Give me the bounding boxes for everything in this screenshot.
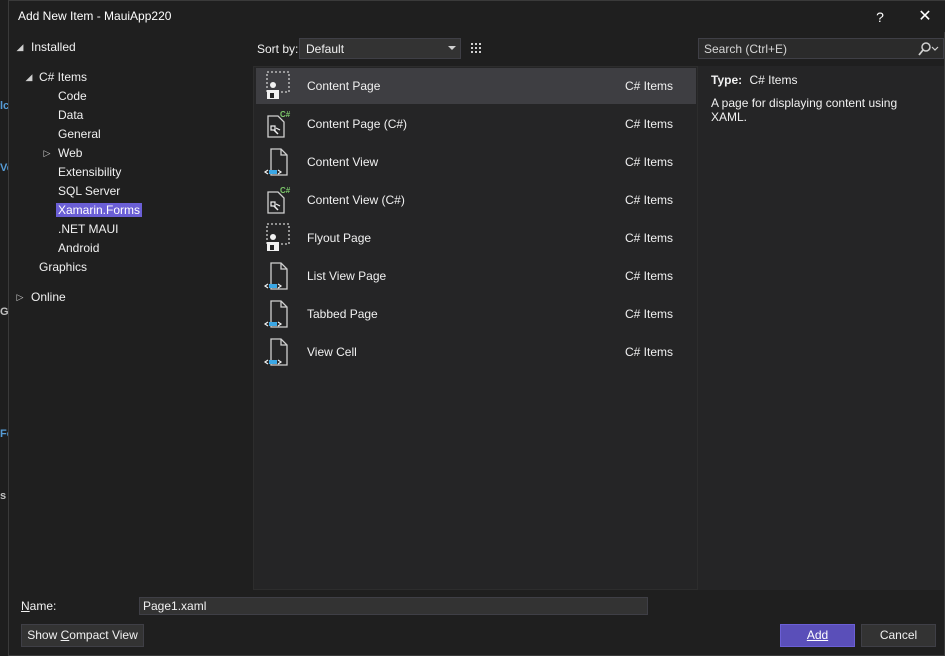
tree-item-data[interactable]: Data (58, 106, 83, 124)
tree-label: Code (58, 89, 87, 103)
svg-text:C#: C# (280, 110, 291, 119)
compact-label-pre: Show (27, 628, 61, 642)
expanded-arrow-icon[interactable]: ◢ (24, 68, 34, 86)
dialog-title: Add New Item - MauiApp220 (18, 9, 172, 23)
sort-by-label: Sort by: (257, 42, 299, 56)
tree-label: Web (58, 146, 83, 160)
tree-item-net-maui[interactable]: .NET MAUI (58, 220, 118, 238)
template-name: Content Page (C#) (307, 117, 408, 131)
type-label: Type: (711, 73, 743, 87)
collapsed-arrow-icon[interactable]: ▷ (15, 288, 25, 306)
tree-item-extensibility[interactable]: Extensibility (58, 163, 121, 181)
grid-view-icon (471, 43, 481, 53)
xaml-view-icon (262, 146, 294, 178)
template-name: Tabbed Page (307, 307, 378, 321)
compact-label-post: ompact View (69, 628, 138, 642)
tree-label: Online (31, 290, 66, 304)
tree-label: C# Items (39, 70, 88, 84)
add-button[interactable]: Add (780, 624, 855, 647)
tree-item-android[interactable]: Android (58, 239, 99, 257)
template-row[interactable]: Flyout Page C# Items (256, 220, 696, 256)
name-label: Name: (21, 599, 57, 613)
template-category: C# Items (625, 193, 674, 207)
title-bar: Add New Item - MauiApp220 ? ✕ (9, 1, 945, 32)
template-category: C# Items (625, 117, 674, 131)
collapsed-arrow-icon[interactable]: ▷ (42, 144, 52, 162)
content-page-icon (262, 70, 294, 102)
template-category: C# Items (625, 307, 674, 321)
category-tree: ◢ Installed ◢ C# Items Code Data General… (9, 35, 252, 590)
template-category: C# Items (625, 269, 674, 283)
xaml-view-icon (262, 298, 294, 330)
expanded-arrow-icon[interactable]: ◢ (15, 38, 25, 56)
tree-item-general[interactable]: General (58, 125, 101, 143)
tree-label: Graphics (39, 260, 88, 274)
compact-label-accel: C (60, 628, 70, 642)
sort-by-value: Default (306, 42, 345, 56)
name-field[interactable] (139, 597, 648, 615)
search-placeholder: Search (Ctrl+E) (704, 42, 788, 56)
cancel-button[interactable]: Cancel (861, 624, 936, 647)
help-button[interactable]: ? (869, 7, 891, 27)
template-name: Content View (C#) (307, 193, 405, 207)
add-label: Add (806, 628, 829, 642)
grid-view-button[interactable] (465, 38, 487, 59)
tree-item-code[interactable]: Code (58, 87, 87, 105)
tree-label: Xamarin.Forms (56, 203, 143, 217)
search-icon[interactable] (917, 41, 939, 57)
template-row[interactable]: Content Page C# Items (256, 68, 696, 104)
content-page-icon (262, 222, 294, 254)
tree-item-sql-server[interactable]: SQL Server (58, 182, 120, 200)
type-line: Type: C# Items (711, 73, 797, 87)
template-name: Flyout Page (307, 231, 372, 245)
template-name: Content View (307, 155, 379, 169)
tree-label: Extensibility (58, 165, 122, 179)
template-category: C# Items (625, 79, 674, 93)
template-row[interactable]: Content View C# Items (256, 144, 696, 180)
tree-label: Installed (31, 40, 76, 54)
search-box[interactable]: Search (Ctrl+E) (698, 38, 944, 59)
tree-label: Android (58, 241, 100, 255)
template-row[interactable]: C# Content View (C#) C# Items (256, 182, 696, 218)
tree-item-graphics[interactable]: Graphics (39, 258, 87, 276)
template-row[interactable]: Tabbed Page C# Items (256, 296, 696, 332)
template-row[interactable]: List View Page C# Items (256, 258, 696, 294)
type-value: C# Items (749, 73, 798, 87)
sort-by-dropdown[interactable]: Default (299, 38, 461, 59)
tree-label: SQL Server (58, 184, 121, 198)
tree-label: Data (58, 108, 84, 122)
tree-label: General (58, 127, 101, 141)
svg-text:C#: C# (280, 186, 291, 195)
dropdown-caret-icon (448, 46, 456, 50)
description-text: A page for displaying content using XAML… (711, 96, 898, 124)
template-row[interactable]: C# Content Page (C#) C# Items (256, 106, 696, 142)
template-name: List View Page (307, 269, 387, 283)
tree-item-xamarin-forms[interactable]: Xamarin.Forms (56, 201, 143, 219)
close-button[interactable]: ✕ (914, 7, 936, 27)
template-name: Content Page (307, 79, 381, 93)
template-name: View Cell (307, 345, 357, 359)
template-row[interactable]: View Cell C# Items (256, 334, 696, 370)
template-list: Content Page C# Items C# Content Page (C#) C… (253, 66, 698, 590)
background-ide-edge: lc Ve Ge Fo s (0, 0, 15, 656)
template-category: C# Items (625, 231, 674, 245)
add-new-item-dialog: Add New Item - MauiApp220 ? ✕ ◢ Installe… (8, 0, 945, 656)
csharp-page-icon: C# (262, 108, 294, 140)
template-category: C# Items (625, 155, 674, 169)
tree-label: .NET MAUI (58, 222, 119, 236)
csharp-page-icon: C# (262, 184, 294, 216)
xaml-view-icon (262, 260, 294, 292)
show-compact-view-button[interactable]: Show Compact View (21, 624, 144, 647)
template-category: C# Items (625, 345, 674, 359)
xaml-view-icon (262, 336, 294, 368)
description-pane: Type: C# Items A page for displaying con… (698, 66, 944, 590)
